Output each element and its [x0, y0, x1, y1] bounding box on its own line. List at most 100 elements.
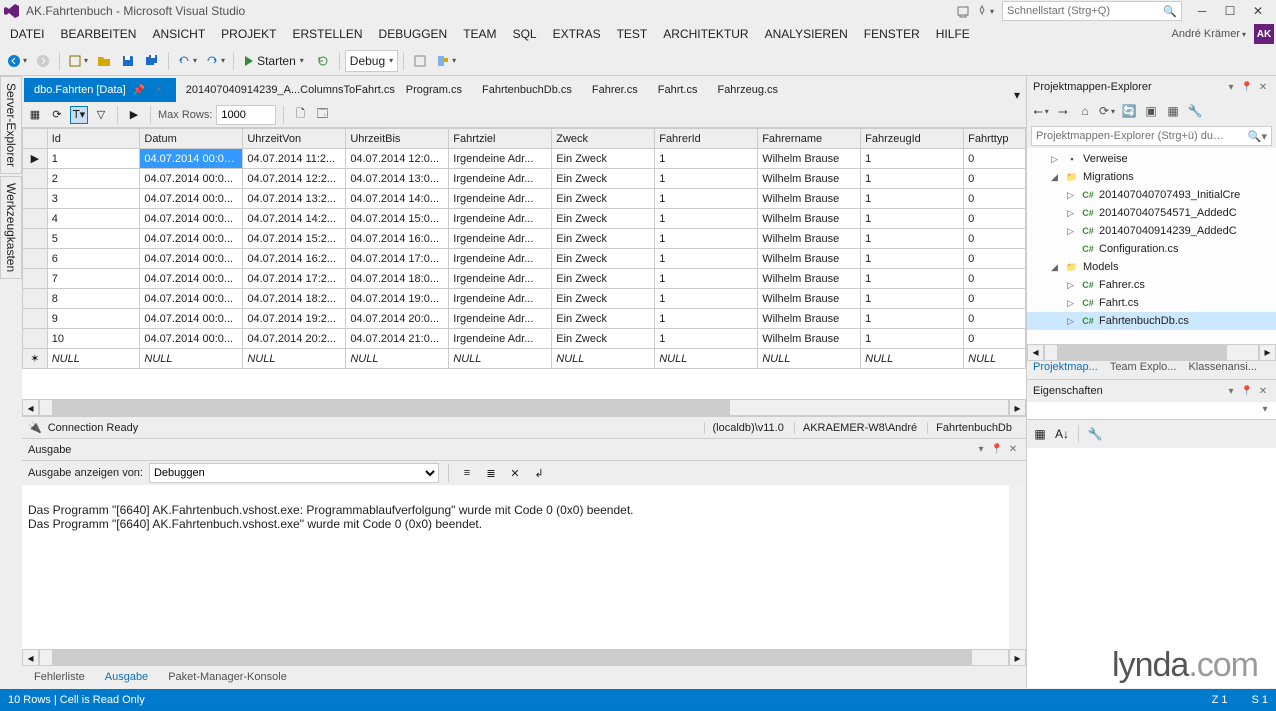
- grid-cell[interactable]: 04.07.2014 12:0...: [346, 149, 449, 169]
- grid-cell[interactable]: 1: [655, 289, 758, 309]
- grid-cell[interactable]: 04.07.2014 00:0...: [140, 209, 243, 229]
- menu-analysieren[interactable]: ANALYSIEREN: [757, 24, 856, 44]
- undo-button[interactable]: [174, 50, 200, 72]
- grid-cell[interactable]: 1: [861, 309, 964, 329]
- grid-cell[interactable]: 0: [964, 189, 1026, 209]
- doctabs-overflow[interactable]: ▾: [1008, 88, 1026, 102]
- grid-cell[interactable]: Irgendeine Adr...: [449, 249, 552, 269]
- pin-icon[interactable]: 📌: [132, 83, 146, 97]
- grid-cell[interactable]: 0: [964, 209, 1026, 229]
- grid-cell[interactable]: 3: [47, 189, 140, 209]
- grid-cell[interactable]: Ein Zweck: [552, 329, 655, 349]
- tab-ausgabe[interactable]: Ausgabe: [95, 668, 158, 686]
- grid-cell[interactable]: 04.07.2014 00:0...: [140, 269, 243, 289]
- grid-cell[interactable]: 4: [47, 209, 140, 229]
- script-to-file-icon[interactable]: 🗋: [291, 106, 309, 124]
- tree-node[interactable]: ▷ C# FahrtenbuchDb.cs: [1027, 312, 1276, 330]
- grid-cell[interactable]: Irgendeine Adr...: [449, 209, 552, 229]
- tree-node[interactable]: ▷ C# 201407040754571_AddedC: [1027, 204, 1276, 222]
- output-vscroll[interactable]: [1009, 485, 1026, 649]
- grid-cell[interactable]: Wilhelm Brause: [758, 189, 861, 209]
- tab-fehlerliste[interactable]: Fehlerliste: [24, 668, 95, 686]
- menu-datei[interactable]: DATEI: [2, 24, 52, 44]
- row-header[interactable]: [23, 309, 48, 329]
- expander-icon[interactable]: ◢: [1051, 262, 1061, 273]
- solution-search[interactable]: Projektmappen-Explorer (Strg+ü) durchsuc…: [1031, 126, 1272, 146]
- menu-sql[interactable]: SQL: [505, 24, 545, 44]
- grid-cell[interactable]: 04.07.2014 00:0...: [140, 329, 243, 349]
- grid-cell[interactable]: Ein Zweck: [552, 309, 655, 329]
- se-close-icon[interactable]: ✕: [1256, 80, 1270, 94]
- grid-cell[interactable]: Irgendeine Adr...: [449, 169, 552, 189]
- se-showall-icon[interactable]: ▦: [1163, 101, 1183, 121]
- grid-cell[interactable]: 7: [47, 269, 140, 289]
- script-icon[interactable]: ▶: [125, 106, 143, 124]
- scroll-right-icon[interactable]: ▸: [1009, 399, 1026, 416]
- col-header[interactable]: Zweck: [552, 129, 655, 149]
- se-pin-icon[interactable]: 📍: [1240, 80, 1254, 94]
- grid-cell[interactable]: Ein Zweck: [552, 229, 655, 249]
- scroll-left-icon[interactable]: ◂: [22, 399, 39, 416]
- rtab-klassenansicht[interactable]: Klassenansi...: [1182, 359, 1262, 379]
- grid-cell[interactable]: 0: [964, 149, 1026, 169]
- refresh-data-icon[interactable]: ⟳: [48, 106, 66, 124]
- open-file-button[interactable]: [93, 50, 115, 72]
- grid-cell[interactable]: 0: [964, 289, 1026, 309]
- rtab-team-explorer[interactable]: Team Explo...: [1104, 359, 1183, 379]
- grid-cell[interactable]: Irgendeine Adr...: [449, 189, 552, 209]
- menu-erstellen[interactable]: ERSTELLEN: [285, 24, 371, 44]
- row-header[interactable]: [23, 189, 48, 209]
- expander-icon[interactable]: ◢: [1051, 172, 1061, 183]
- grid-cell[interactable]: 04.07.2014 14:0...: [346, 189, 449, 209]
- menu-hilfe[interactable]: HILFE: [928, 24, 978, 44]
- grid-cell[interactable]: 1: [655, 229, 758, 249]
- grid-cell[interactable]: 1: [861, 249, 964, 269]
- se-collapse-icon[interactable]: ▣: [1141, 101, 1161, 121]
- grid-cell[interactable]: 5: [47, 229, 140, 249]
- grid-cell[interactable]: 04.07.2014 13:0...: [346, 169, 449, 189]
- grid-cell[interactable]: 04.07.2014 00:00:00: [140, 149, 243, 169]
- grid-cell[interactable]: 04.07.2014 16:2...: [243, 249, 346, 269]
- tree-node[interactable]: ▷ C# 201407040914239_AddedC: [1027, 222, 1276, 240]
- tab-paket-manager[interactable]: Paket-Manager-Konsole: [158, 668, 297, 686]
- grid-cell[interactable]: Ein Zweck: [552, 209, 655, 229]
- grid-cell-null[interactable]: NULL: [47, 349, 140, 369]
- grid-cell[interactable]: 04.07.2014 17:2...: [243, 269, 346, 289]
- col-header[interactable]: FahrzeugId: [861, 129, 964, 149]
- grid-cell[interactable]: Ein Zweck: [552, 249, 655, 269]
- grid-cell[interactable]: 1: [861, 169, 964, 189]
- notifications-icon[interactable]: [954, 2, 972, 20]
- grid-cell[interactable]: Wilhelm Brause: [758, 309, 861, 329]
- row-header[interactable]: [23, 329, 48, 349]
- filter-icon[interactable]: ▽: [92, 106, 110, 124]
- grid-cell[interactable]: 0: [964, 309, 1026, 329]
- row-header-new[interactable]: ✶: [23, 349, 48, 369]
- prop-events-icon[interactable]: 🔧: [1086, 425, 1104, 443]
- col-header[interactable]: Id: [47, 129, 140, 149]
- grid-cell[interactable]: 04.07.2014 15:2...: [243, 229, 346, 249]
- row-header[interactable]: [23, 209, 48, 229]
- grid-cell[interactable]: 1: [861, 329, 964, 349]
- grid-cell[interactable]: 1: [655, 209, 758, 229]
- row-header[interactable]: [23, 289, 48, 309]
- out-wrap-icon[interactable]: ↲: [530, 464, 548, 482]
- nav-forward-button[interactable]: [32, 50, 54, 72]
- grid-cell[interactable]: 04.07.2014 16:0...: [346, 229, 449, 249]
- col-header[interactable]: Fahrtziel: [449, 129, 552, 149]
- grid-cell[interactable]: Ein Zweck: [552, 269, 655, 289]
- grid-cell-null[interactable]: NULL: [346, 349, 449, 369]
- grid-cell[interactable]: 9: [47, 309, 140, 329]
- output-menu-icon[interactable]: ▾: [974, 443, 988, 457]
- row-header[interactable]: [23, 249, 48, 269]
- grid-cell[interactable]: Wilhelm Brause: [758, 209, 861, 229]
- output-close-icon[interactable]: ✕: [1006, 443, 1020, 457]
- prop-pin-icon[interactable]: 📍: [1240, 384, 1254, 398]
- grid-cell-null[interactable]: NULL: [449, 349, 552, 369]
- grid-cell[interactable]: 0: [964, 269, 1026, 289]
- showfrom-select[interactable]: Debuggen: [149, 463, 439, 483]
- grid-cell[interactable]: 04.07.2014 00:0...: [140, 229, 243, 249]
- grid-cell[interactable]: 1: [655, 189, 758, 209]
- out-find-icon[interactable]: ≡: [458, 464, 476, 482]
- grid-cell[interactable]: 04.07.2014 19:2...: [243, 309, 346, 329]
- col-header[interactable]: Fahrername: [758, 129, 861, 149]
